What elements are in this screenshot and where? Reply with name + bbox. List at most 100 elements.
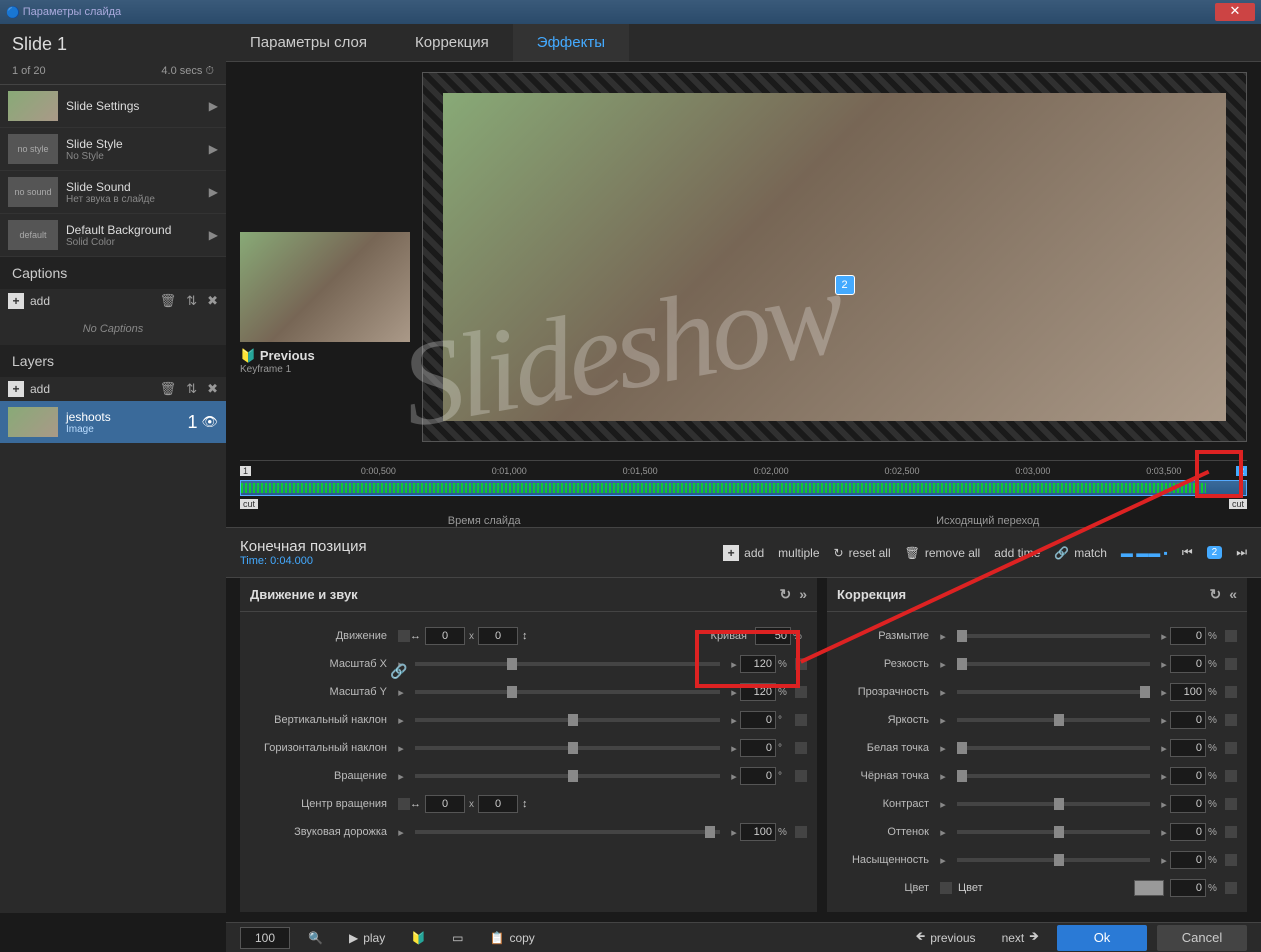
arrow-icon[interactable]: ▸ <box>395 826 407 839</box>
scale-x-slider[interactable] <box>415 662 720 666</box>
previous-thumbnail[interactable] <box>240 232 410 342</box>
sidebar-item-background[interactable]: default Default BackgroundSolid Color ▶ <box>0 214 226 257</box>
ok-button[interactable]: Ok <box>1057 925 1147 951</box>
audio-input[interactable] <box>740 823 776 841</box>
center-y-input[interactable] <box>478 795 518 813</box>
add-caption-button[interactable]: +add <box>8 293 50 309</box>
arrow-icon[interactable]: ▸ <box>728 826 740 839</box>
rotation-input[interactable] <box>740 767 776 785</box>
checkbox[interactable] <box>398 630 410 642</box>
scale-y-slider[interactable] <box>415 690 720 694</box>
kf-prev-button[interactable]: ⏮ <box>1182 545 1193 560</box>
sharp-input[interactable] <box>1170 655 1206 673</box>
kf-addtime-button[interactable]: add time <box>994 546 1040 560</box>
reset-icon[interactable]: ↻ <box>779 586 791 603</box>
opacity-slider[interactable] <box>957 690 1150 694</box>
audio-slider[interactable] <box>415 830 720 834</box>
sort-icon[interactable]: ⇅ <box>186 381 197 397</box>
hue-slider[interactable] <box>957 830 1150 834</box>
tools-icon[interactable]: ✖ <box>207 293 218 309</box>
previous-button[interactable]: 🡸 previous <box>907 923 983 952</box>
main-preview[interactable]: 2 <box>422 72 1247 442</box>
bright-slider[interactable] <box>957 718 1150 722</box>
center-x-input[interactable] <box>425 795 465 813</box>
hue-input[interactable] <box>1170 823 1206 841</box>
black-slider[interactable] <box>957 774 1150 778</box>
tilt-h-input[interactable] <box>740 739 776 757</box>
fullscreen-icon[interactable]: ▭ <box>444 927 471 949</box>
sharp-slider[interactable] <box>957 662 1150 666</box>
arrow-icon[interactable]: ▸ <box>395 714 407 727</box>
arrow-icon[interactable]: ▸ <box>395 742 407 755</box>
sidebar-item-sound[interactable]: no sound Slide SoundНет звука в слайде ▶ <box>0 171 226 214</box>
tools-icon[interactable]: ✖ <box>207 381 218 397</box>
sidebar-item-settings[interactable]: Slide Settings ▶ <box>0 85 226 128</box>
tilt-v-input[interactable] <box>740 711 776 729</box>
rotation-slider[interactable] <box>415 774 720 778</box>
timeline-ruler[interactable]: 0:00,500 0:01,000 0:01,500 0:02,000 0:02… <box>240 460 1247 480</box>
layer-item[interactable]: jeshootsImage 1 👁 <box>0 401 226 443</box>
trash-icon[interactable]: 🗑 <box>160 381 177 397</box>
arrow-icon[interactable]: ▸ <box>728 686 740 699</box>
trash-icon[interactable]: 🗑 <box>160 293 177 309</box>
color-input[interactable] <box>1170 879 1206 897</box>
sat-slider[interactable] <box>957 858 1150 862</box>
arrow-icon[interactable]: ▸ <box>728 714 740 727</box>
checkbox[interactable] <box>795 770 807 782</box>
cut-left[interactable]: cut <box>240 499 258 509</box>
kf-view-icons[interactable]: ▬ ▬▬ ▪ <box>1121 546 1168 560</box>
collapse-icon[interactable]: « <box>1229 586 1237 603</box>
play-button[interactable]: ▶ play <box>341 927 393 949</box>
cut-right[interactable]: cut <box>1229 499 1247 509</box>
move-x-input[interactable] <box>425 627 465 645</box>
contrast-slider[interactable] <box>957 802 1150 806</box>
kf-match-button[interactable]: 🔗 match <box>1054 546 1107 560</box>
copy-button[interactable]: 📋 copy <box>482 927 543 949</box>
checkbox[interactable] <box>795 714 807 726</box>
shield-icon[interactable]: 🔰 <box>403 927 434 949</box>
tilt-v-slider[interactable] <box>415 718 720 722</box>
blur-slider[interactable] <box>957 634 1150 638</box>
reset-icon[interactable]: ↻ <box>1209 586 1221 603</box>
sat-input[interactable] <box>1170 851 1206 869</box>
kf-multiple-button[interactable]: multiple <box>778 546 819 560</box>
link-icon[interactable]: 🔗 <box>390 663 407 680</box>
arrow-icon[interactable]: ▸ <box>728 770 740 783</box>
checkbox[interactable] <box>795 686 807 698</box>
eye-icon[interactable]: 👁 <box>201 414 218 430</box>
contrast-input[interactable] <box>1170 795 1206 813</box>
arrow-icon[interactable]: ▸ <box>728 742 740 755</box>
keyframe-marker-2[interactable]: 2 <box>1236 466 1247 476</box>
sort-icon[interactable]: ⇅ <box>186 293 197 309</box>
white-slider[interactable] <box>957 746 1150 750</box>
tab-layer-params[interactable]: Параметры слоя <box>226 24 391 61</box>
checkbox[interactable] <box>398 798 410 810</box>
kf-add-button[interactable]: +add <box>723 545 764 561</box>
arrow-icon[interactable]: ▸ <box>395 686 407 699</box>
zoom-input[interactable] <box>240 927 290 949</box>
arrow-icon[interactable]: ▸ <box>728 658 740 671</box>
color-checkbox[interactable] <box>940 882 952 894</box>
kf-reset-button[interactable]: ↻ reset all <box>834 546 891 560</box>
checkbox[interactable] <box>795 826 807 838</box>
tilt-h-slider[interactable] <box>415 746 720 750</box>
expand-icon[interactable]: » <box>799 586 807 603</box>
blur-input[interactable] <box>1170 627 1206 645</box>
scale-x-input[interactable] <box>740 655 776 673</box>
opacity-input[interactable] <box>1170 683 1206 701</box>
checkbox[interactable] <box>795 658 807 670</box>
search-button[interactable]: 🔍 <box>300 927 331 949</box>
checkbox[interactable] <box>795 742 807 754</box>
next-button[interactable]: next 🡺 <box>994 923 1047 952</box>
bright-input[interactable] <box>1170 711 1206 729</box>
move-y-input[interactable] <box>478 627 518 645</box>
tab-effects[interactable]: Эффекты <box>513 24 629 61</box>
kf-next-button[interactable]: ⏭ <box>1236 545 1247 560</box>
add-layer-button[interactable]: +add <box>8 381 50 397</box>
white-input[interactable] <box>1170 739 1206 757</box>
keyframe-marker-1[interactable]: 1 <box>240 466 251 476</box>
color-swatch[interactable] <box>1134 880 1164 896</box>
black-input[interactable] <box>1170 767 1206 785</box>
kf-remove-button[interactable]: 🗑 remove all <box>905 546 981 560</box>
arrow-icon[interactable]: ▸ <box>395 770 407 783</box>
